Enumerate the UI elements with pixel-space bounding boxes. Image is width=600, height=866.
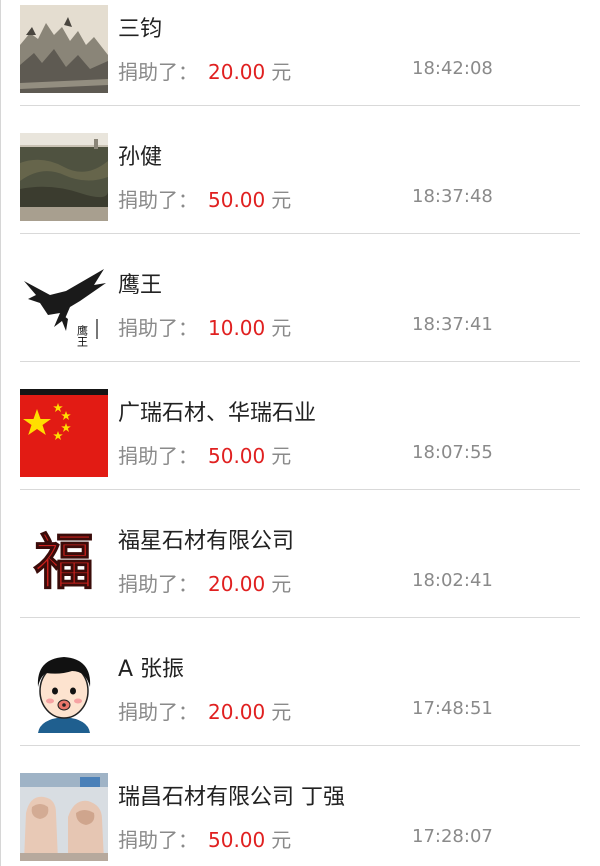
donate-label: 捐助了： <box>118 700 198 724</box>
donation-amount: 20.00 <box>208 700 266 724</box>
donate-label: 捐助了： <box>118 316 198 340</box>
cartoon-boy-icon <box>20 645 108 733</box>
stone-lion-icon <box>20 773 108 861</box>
donation-time: 18:37:48 <box>412 186 493 207</box>
donation-time: 18:37:41 <box>412 314 493 335</box>
currency-unit: 元 <box>271 700 292 724</box>
donation-info: 捐助了： 50.00 元 <box>118 824 291 853</box>
donation-item[interactable]: 鹰王 鹰王 捐助了： 10.00 元 18:37:41 <box>0 234 600 362</box>
donation-info: 捐助了： 20.00 元 <box>118 56 291 85</box>
donation-amount: 20.00 <box>208 572 266 596</box>
china-flag-icon <box>20 389 108 477</box>
currency-unit: 元 <box>271 828 292 852</box>
fu-character: 福 <box>33 528 94 598</box>
donation-list-page: 三钧 捐助了： 20.00 元 18:42:08 孙健 捐助了： 50.00 元 18:… <box>0 0 600 866</box>
donation-amount: 50.00 <box>208 828 266 852</box>
donor-name: 福星石材有限公司 <box>118 529 295 554</box>
currency-unit: 元 <box>271 572 292 596</box>
donate-label: 捐助了： <box>118 60 198 84</box>
donation-info: 捐助了： 50.00 元 <box>118 184 291 213</box>
donor-name: 瑞昌石材有限公司 丁强 <box>118 785 345 810</box>
donate-label: 捐助了： <box>118 572 198 596</box>
currency-unit: 元 <box>271 188 292 212</box>
currency-unit: 元 <box>271 316 292 340</box>
stone-slab-icon <box>20 133 108 221</box>
donation-item[interactable]: 福 福星石材有限公司 捐助了： 20.00 元 18:02:41 <box>0 490 600 618</box>
donation-amount: 50.00 <box>208 188 266 212</box>
donor-name: 孙健 <box>118 145 163 170</box>
donation-amount: 20.00 <box>208 60 266 84</box>
donation-amount: 10.00 <box>208 316 266 340</box>
donation-item[interactable]: 三钧 捐助了： 20.00 元 18:42:08 <box>0 0 600 106</box>
eagle-caption: 鹰王 <box>76 324 89 347</box>
donation-amount: 50.00 <box>208 444 266 468</box>
donate-label: 捐助了： <box>118 444 198 468</box>
donation-item[interactable]: 广瑞石材、华瑞石业 捐助了： 50.00 元 18:07:55 <box>0 362 600 490</box>
donor-name: 三钧 <box>118 17 163 42</box>
donation-time: 17:28:07 <box>412 826 493 847</box>
donation-time: 18:02:41 <box>412 570 493 591</box>
fu-character-icon: 福 <box>20 517 108 605</box>
currency-unit: 元 <box>271 444 292 468</box>
donor-name: 鹰王 <box>118 273 163 298</box>
donation-item[interactable]: 瑞昌石材有限公司 丁强 捐助了： 50.00 元 17:28:07 <box>0 746 600 866</box>
donation-item[interactable]: A 张振 捐助了： 20.00 元 17:48:51 <box>0 618 600 746</box>
eagle-ink-icon: 鹰王 <box>20 261 108 349</box>
landscape-painting-icon <box>20 5 108 93</box>
donor-name: 广瑞石材、华瑞石业 <box>118 401 317 426</box>
donate-label: 捐助了： <box>118 828 198 852</box>
donation-time: 18:42:08 <box>412 58 493 79</box>
donation-info: 捐助了： 10.00 元 <box>118 312 291 341</box>
donate-label: 捐助了： <box>118 188 198 212</box>
donation-info: 捐助了： 20.00 元 <box>118 696 291 725</box>
donation-time: 17:48:51 <box>412 698 493 719</box>
donation-time: 18:07:55 <box>412 442 493 463</box>
donation-info: 捐助了： 50.00 元 <box>118 440 291 469</box>
donation-item[interactable]: 孙健 捐助了： 50.00 元 18:37:48 <box>0 106 600 234</box>
donor-name: A 张振 <box>118 657 185 682</box>
donation-list[interactable]: 三钧 捐助了： 20.00 元 18:42:08 孙健 捐助了： 50.00 元 18:… <box>0 0 600 866</box>
currency-unit: 元 <box>271 60 292 84</box>
donation-info: 捐助了： 20.00 元 <box>118 568 291 597</box>
